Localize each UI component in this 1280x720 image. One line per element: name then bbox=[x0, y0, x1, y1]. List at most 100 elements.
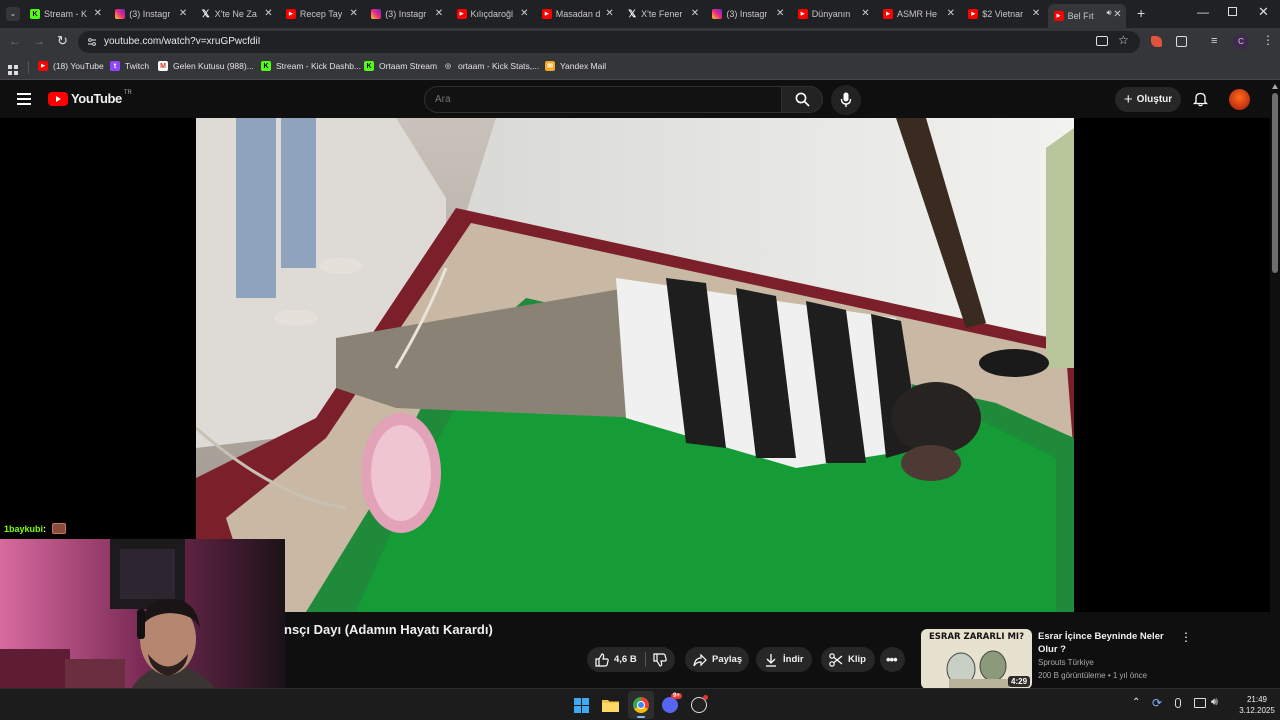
tab-title: Recep Tay bbox=[299, 9, 343, 19]
browser-tab[interactable]: (3) Instagr ✕ bbox=[115, 4, 187, 24]
youtube-icon: ▶ bbox=[1053, 11, 1064, 21]
tab-close-icon[interactable]: ✕ bbox=[264, 8, 272, 19]
sync-icon[interactable]: ⟳ bbox=[1152, 696, 1162, 710]
clip-label: Klip bbox=[848, 654, 866, 665]
bookmark-label: Ortaam Stream bbox=[379, 61, 438, 71]
tab-close-icon[interactable]: ✕ bbox=[435, 8, 443, 19]
tab-search-icon[interactable]: ⌄ bbox=[6, 7, 20, 21]
bookmark-item[interactable]: M Gelen Kutusu (988)... bbox=[158, 61, 254, 71]
extension-leaf-icon[interactable] bbox=[1151, 36, 1162, 47]
browser-tab[interactable]: ▶ ASMR He ✕ bbox=[883, 4, 955, 24]
bookmark-star-icon[interactable]: ☆ bbox=[1118, 33, 1129, 47]
restore-window-button[interactable] bbox=[1228, 7, 1237, 16]
file-explorer-icon[interactable] bbox=[602, 698, 619, 712]
bookmark-item[interactable]: K Stream - Kick Dashb... bbox=[261, 61, 361, 71]
microphone-tray-icon[interactable] bbox=[1175, 698, 1181, 708]
video-player[interactable]: 1baykubi :1baykubi :öldü adamAlper0660 :… bbox=[0, 118, 1270, 653]
browser-tab[interactable]: 𝕏 X'te Ne Za ✕ bbox=[201, 4, 273, 24]
discord-notification-badge: 9+ bbox=[671, 693, 682, 699]
install-app-icon[interactable] bbox=[1096, 36, 1108, 46]
tab-close-icon[interactable]: ✕ bbox=[605, 8, 613, 19]
volume-icon[interactable]: 🔊︎ bbox=[1211, 696, 1218, 709]
minimize-window-button[interactable]: — bbox=[1197, 5, 1209, 19]
tab-close-icon[interactable]: ✕ bbox=[1032, 8, 1040, 19]
recommended-channel-name[interactable]: Sprouts Türkiye bbox=[1038, 658, 1094, 667]
account-avatar[interactable] bbox=[1229, 89, 1250, 110]
tab-close-icon[interactable]: ✕ bbox=[1113, 9, 1121, 20]
tab-title: Kılıçdaroğl bbox=[470, 9, 514, 19]
browser-tab[interactable]: ▶ Masadan d ✕ bbox=[541, 4, 614, 24]
browser-menu-icon[interactable]: ⋮ bbox=[1262, 33, 1274, 47]
mail-icon: ✉ bbox=[545, 61, 555, 71]
tab-close-icon[interactable]: ✕ bbox=[947, 8, 955, 19]
scroll-up-arrow[interactable] bbox=[1272, 84, 1278, 89]
browser-tab[interactable]: ▶ Recep Tay ✕ bbox=[285, 4, 358, 24]
bookmarks-divider bbox=[28, 61, 29, 74]
notifications-bell-icon[interactable] bbox=[1193, 91, 1208, 107]
search-button[interactable] bbox=[781, 86, 823, 113]
more-actions-button[interactable]: ••• bbox=[880, 647, 905, 672]
browser-tab[interactable]: ▶ Kılıçdaroğl ✕ bbox=[456, 4, 529, 24]
download-button[interactable]: İndir bbox=[756, 647, 812, 672]
apps-grid-icon[interactable] bbox=[8, 62, 18, 75]
extensions-puzzle-icon[interactable] bbox=[1176, 36, 1187, 47]
browser-tab[interactable]: (3) Instagr ✕ bbox=[371, 4, 443, 24]
video-frame[interactable] bbox=[196, 118, 1074, 612]
tab-close-icon[interactable]: ✕ bbox=[94, 8, 102, 19]
tab-close-icon[interactable]: ✕ bbox=[691, 8, 699, 19]
hamburger-menu-icon[interactable] bbox=[17, 93, 31, 105]
create-button[interactable]: + Oluştur bbox=[1115, 87, 1181, 112]
youtube-logo[interactable]: YouTube TR bbox=[48, 90, 132, 106]
windows-start-icon[interactable] bbox=[574, 698, 589, 713]
chat-separator: : bbox=[43, 523, 47, 534]
like-button[interactable]: 4,6 B bbox=[587, 647, 675, 672]
browser-tab[interactable]: K Stream - K ✕ bbox=[30, 4, 102, 24]
youtube-icon: ▶ bbox=[541, 9, 552, 19]
browser-tab-bar: ⌄ K Stream - K ✕ (3) Instagr ✕ 𝕏 X'te Ne Za ✕ ▶ R… bbox=[0, 0, 1280, 28]
browser-tab[interactable]: ▶ Bel Fıt 🔊︎ ✕ bbox=[1047, 4, 1126, 28]
bookmark-item[interactable]: ◎ ortaam - Kick Stats,... bbox=[443, 61, 539, 71]
chrome-taskbar-icon[interactable] bbox=[628, 691, 654, 719]
tab-close-icon[interactable]: ✕ bbox=[350, 8, 358, 19]
tab-audio-icon[interactable]: 🔊︎ bbox=[1107, 8, 1112, 18]
voice-search-button[interactable] bbox=[831, 85, 861, 115]
thumbs-down-icon[interactable] bbox=[653, 653, 667, 667]
network-icon[interactable] bbox=[1194, 698, 1206, 708]
browser-tab[interactable]: (3) Instagr ✕ bbox=[712, 4, 784, 24]
browser-tab[interactable]: ▶ $2 Vietnar ✕ bbox=[968, 4, 1040, 24]
search-input[interactable] bbox=[424, 86, 782, 113]
tab-close-icon[interactable]: ✕ bbox=[776, 8, 784, 19]
browser-tab[interactable]: 𝕏 X'te Fener ✕ bbox=[627, 4, 699, 24]
tray-overflow-icon[interactable]: ⌃ bbox=[1132, 697, 1140, 708]
reload-icon[interactable]: ↻ bbox=[57, 33, 68, 49]
x-icon: 𝕏 bbox=[628, 8, 637, 20]
tab-close-icon[interactable]: ✕ bbox=[861, 8, 869, 19]
discord-icon[interactable] bbox=[662, 697, 678, 713]
back-icon[interactable]: ← bbox=[9, 34, 21, 48]
page-scrollbar[interactable] bbox=[1270, 81, 1280, 691]
bookmark-item[interactable]: t Twitch bbox=[110, 61, 149, 71]
bookmark-item[interactable]: K Ortaam Stream bbox=[364, 61, 437, 71]
bookmark-item[interactable]: ▶ (18) YouTube bbox=[38, 61, 104, 71]
address-bar[interactable]: youtube.com/watch?v=xruGPwcfdiI ☆ bbox=[78, 31, 1140, 53]
reading-list-icon[interactable]: ≡ bbox=[1211, 35, 1217, 47]
forward-icon[interactable]: → bbox=[33, 34, 45, 48]
recommendation-menu-icon[interactable]: ⋮ bbox=[1180, 630, 1192, 644]
browser-tab[interactable]: ▶ Dünyanın ✕ bbox=[797, 4, 870, 24]
clock-time[interactable]: 21:49 bbox=[1234, 695, 1280, 704]
profile-avatar[interactable]: C bbox=[1233, 34, 1249, 50]
clip-button[interactable]: Klip bbox=[821, 647, 875, 672]
site-info-icon[interactable] bbox=[87, 37, 97, 47]
bookmark-item[interactable]: ✉ Yandex Mail bbox=[545, 61, 606, 71]
recommended-video-title[interactable]: Esrar İçince Beyninde Neler Olur ? bbox=[1038, 630, 1178, 656]
bookmark-label: Gelen Kutusu (988)... bbox=[173, 61, 254, 71]
share-button[interactable]: Paylaş bbox=[685, 647, 749, 672]
tab-close-icon[interactable]: ✕ bbox=[520, 8, 528, 19]
instagram-icon bbox=[115, 9, 126, 19]
close-window-button[interactable]: ✕ bbox=[1258, 4, 1269, 20]
new-tab-button[interactable]: + bbox=[1137, 5, 1145, 21]
youtube-icon: ▶ bbox=[968, 9, 979, 19]
scrollbar-thumb[interactable] bbox=[1272, 93, 1278, 273]
tab-close-icon[interactable]: ✕ bbox=[179, 8, 187, 19]
clock-date[interactable]: 3.12.2025 bbox=[1234, 706, 1280, 715]
